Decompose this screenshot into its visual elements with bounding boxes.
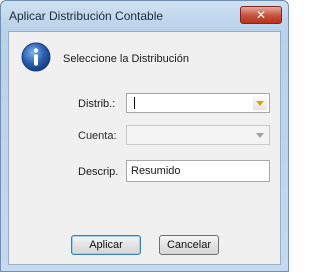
chevron-down-icon[interactable] [253, 96, 267, 110]
cancel-button[interactable]: Cancelar [159, 235, 219, 255]
cuenta-label: Cuenta: [78, 130, 117, 142]
apply-button[interactable]: Aplicar [71, 235, 141, 255]
chevron-down-icon[interactable] [253, 128, 267, 142]
cuenta-dropdown[interactable] [126, 125, 270, 145]
descrip-input[interactable]: Resumido [126, 160, 270, 182]
title-bar[interactable]: Aplicar Distribución Contable ✕ [1, 1, 288, 31]
header-message: Seleccione la Distribución [63, 53, 189, 65]
close-icon: ✕ [255, 8, 267, 22]
dialog-body: Seleccione la Distribución Distrib.: Cue… [8, 31, 281, 265]
dialog-window: Aplicar Distribución Contable ✕ Seleccio… [0, 0, 289, 272]
descrip-label: Descrip. [78, 166, 119, 178]
descrip-value: Resumido [131, 165, 181, 177]
distrib-dropdown[interactable] [126, 93, 270, 113]
close-button[interactable]: ✕ [240, 6, 282, 24]
distrib-label: Distrib.: [78, 98, 116, 110]
info-icon [21, 42, 51, 72]
window-title: Aplicar Distribución Contable [9, 9, 164, 23]
text-cursor [134, 97, 135, 109]
